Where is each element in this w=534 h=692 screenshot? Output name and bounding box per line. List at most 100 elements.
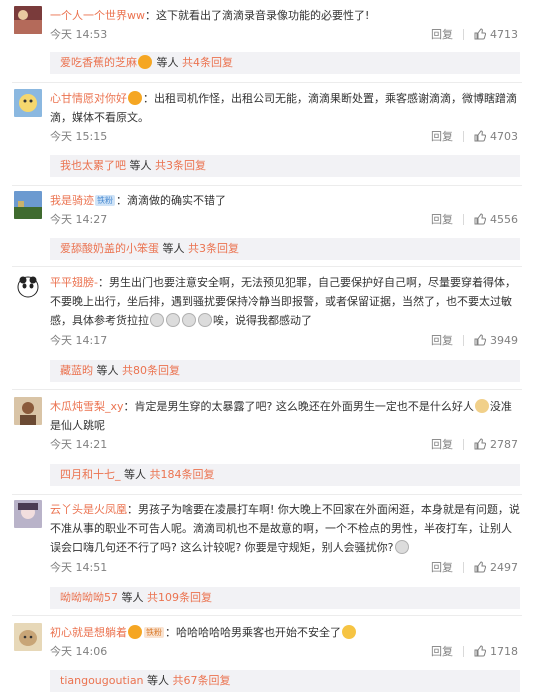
vip-icon [128, 91, 142, 105]
reply-username[interactable]: 我也太累了吧 [60, 159, 126, 172]
thumbs-up-icon[interactable] [474, 438, 486, 450]
dog-emoji-icon [474, 399, 489, 413]
avatar[interactable] [14, 89, 42, 117]
reply-count-link[interactable]: 共4条回复 [182, 56, 233, 69]
reply-button[interactable]: 回复 [431, 128, 453, 144]
reply-count-link[interactable]: 共80条回复 [122, 364, 180, 377]
reply-summary-text: 等人 [118, 591, 147, 604]
comment-username[interactable]: 心甘情愿对你好 [50, 92, 127, 105]
comment-actions: 回复 4556 [431, 211, 518, 227]
thumbs-up-icon[interactable] [474, 334, 486, 346]
reply-button[interactable]: 回复 [431, 26, 453, 42]
crying-emoji-icon [198, 313, 212, 327]
reply-button[interactable]: 回复 [431, 211, 453, 227]
comment-username[interactable]: 初心就是想躺着 [50, 626, 127, 639]
avatar[interactable] [14, 191, 42, 219]
comment-actions: 回复 1718 [431, 643, 518, 659]
reply-summary[interactable]: 呦呦呦呦57 等人 共109条回复 [50, 587, 520, 609]
like-count: 2787 [490, 437, 518, 451]
reply-summary[interactable]: 四月和十七_ 等人 共184条回复 [50, 464, 520, 486]
like-count: 4713 [490, 27, 518, 41]
vip-icon [138, 55, 152, 69]
comment-username[interactable]: 平平翅膀- [50, 276, 98, 289]
thumbs-up-icon[interactable] [474, 130, 486, 142]
divider [12, 615, 522, 616]
comment-time: 今天 14:53 [50, 28, 108, 41]
reply-count-link[interactable]: 共109条回复 [147, 591, 212, 604]
divider [12, 82, 522, 83]
comment-content-tail: 唉，说得我都感动了 [213, 314, 312, 327]
comment-actions: 回复 2787 [431, 436, 518, 452]
comment-username[interactable]: 我是骑迹 [50, 194, 94, 207]
reply-button[interactable]: 回复 [431, 559, 453, 575]
reply-username[interactable]: 爱舔酸奶盖的小笨蛋 [60, 242, 159, 255]
reply-count-link[interactable]: 共3条回复 [155, 159, 206, 172]
like-count: 4556 [490, 212, 518, 226]
avatar[interactable] [14, 273, 42, 301]
comment-text: 一个人一个世界ww：这下就看出了滴滴录音录像功能的必要性了! [50, 6, 520, 25]
avatar[interactable] [14, 623, 42, 651]
comment-time: 今天 14:27 [50, 213, 108, 226]
divider [463, 334, 464, 346]
reply-count-link[interactable]: 共67条回复 [173, 674, 231, 687]
comment-content: ：这下就看出了滴滴录音录像功能的必要性了! [145, 9, 370, 22]
reply-summary[interactable]: 爱吃香蕉的芝麻 等人 共4条回复 [50, 52, 520, 74]
comment-actions: 回复 3949 [431, 332, 518, 348]
avatar[interactable] [14, 500, 42, 528]
comment-text: 云丫头是火凤凰：男孩子为啥要在凌晨打车啊! 你大晚上不回家在外面闲逛，本身就是有… [50, 500, 520, 557]
reply-summary[interactable]: 藏蓝昀 等人 共80条回复 [50, 360, 520, 382]
reply-count-link[interactable]: 共184条回复 [150, 468, 215, 481]
fan-badge: 铁粉 [95, 195, 115, 206]
reply-username[interactable]: 呦呦呦呦57 [60, 591, 118, 604]
thumbs-up-icon[interactable] [474, 213, 486, 225]
comment-actions: 回复 4713 [431, 26, 518, 42]
reply-username[interactable]: 爱吃香蕉的芝麻 [60, 56, 137, 69]
reply-summary-text: 等人 [143, 674, 173, 687]
comment-time: 今天 14:21 [50, 438, 108, 451]
vip-icon [128, 625, 142, 639]
divider [12, 185, 522, 186]
reply-summary-text: 等人 [126, 159, 155, 172]
reply-count-link[interactable]: 共3条回复 [188, 242, 239, 255]
like-count: 3949 [490, 333, 518, 347]
reply-summary-text: 等人 [153, 56, 182, 69]
reply-username[interactable]: 藏蓝昀 [60, 364, 93, 377]
divider [463, 438, 464, 450]
comment-text: 初心就是想躺着 铁粉 ：哈哈哈哈哈男乘客也开始不安全了 [50, 623, 520, 642]
reply-summary[interactable]: 我也太累了吧 等人 共3条回复 [50, 155, 520, 177]
fan-badge: 铁粉 [144, 627, 164, 638]
divider [463, 213, 464, 225]
reply-button[interactable]: 回复 [431, 436, 453, 452]
thumbs-up-icon[interactable] [474, 561, 486, 573]
laughing-emoji-icon [342, 625, 356, 639]
comment-time: 今天 14:06 [50, 645, 108, 658]
divider [463, 28, 464, 40]
reply-username[interactable]: tiangougoutian [60, 674, 144, 687]
divider [463, 130, 464, 142]
reply-summary[interactable]: 爱舔酸奶盖的小笨蛋 等人 共3条回复 [50, 238, 520, 260]
crying-emoji-icon [394, 540, 409, 554]
reply-button[interactable]: 回复 [431, 643, 453, 659]
thumbs-up-icon[interactable] [474, 645, 486, 657]
comment-content: ：哈哈哈哈哈男乘客也开始不安全了 [165, 626, 341, 639]
crying-emoji-icon [166, 313, 180, 327]
reply-button[interactable]: 回复 [431, 332, 453, 348]
like-count: 1718 [490, 644, 518, 658]
like-count: 4703 [490, 129, 518, 143]
avatar[interactable] [14, 397, 42, 425]
thumbs-up-icon[interactable] [474, 28, 486, 40]
avatar[interactable] [14, 6, 42, 34]
comment-username[interactable]: 木瓜炖雪梨_xy [50, 400, 124, 413]
crying-emoji-icon [182, 313, 196, 327]
comment-username[interactable]: 云丫头是火凤凰 [50, 503, 127, 516]
divider [12, 266, 522, 267]
reply-summary-text: 等人 [93, 364, 122, 377]
reply-username[interactable]: 四月和十七_ [60, 468, 121, 481]
comment-text: 我是骑迹 铁粉 ：滴滴做的确实不错了 [50, 191, 520, 210]
comment-list: 一个人一个世界ww：这下就看出了滴滴录音录像功能的必要性了! 今天 14:53 … [0, 0, 534, 692]
comment-text: 平平翅膀-：男生出门也要注意安全啊，无法预见犯罪，自己要保护好自己啊，尽量要穿着… [50, 273, 520, 330]
comment-time: 今天 15:15 [50, 130, 108, 143]
comment-text: 心甘情愿对你好 ：出租司机作怪，出租公司无能，滴滴果断处置，乘客感谢滴滴，微博瞎蹭… [50, 89, 520, 127]
comment-username[interactable]: 一个人一个世界ww [50, 9, 145, 22]
comment-text: 木瓜炖雪梨_xy：肯定是男生穿的太暴露了吧? 这么晚还在外面男生一定也不是什么好… [50, 397, 520, 435]
